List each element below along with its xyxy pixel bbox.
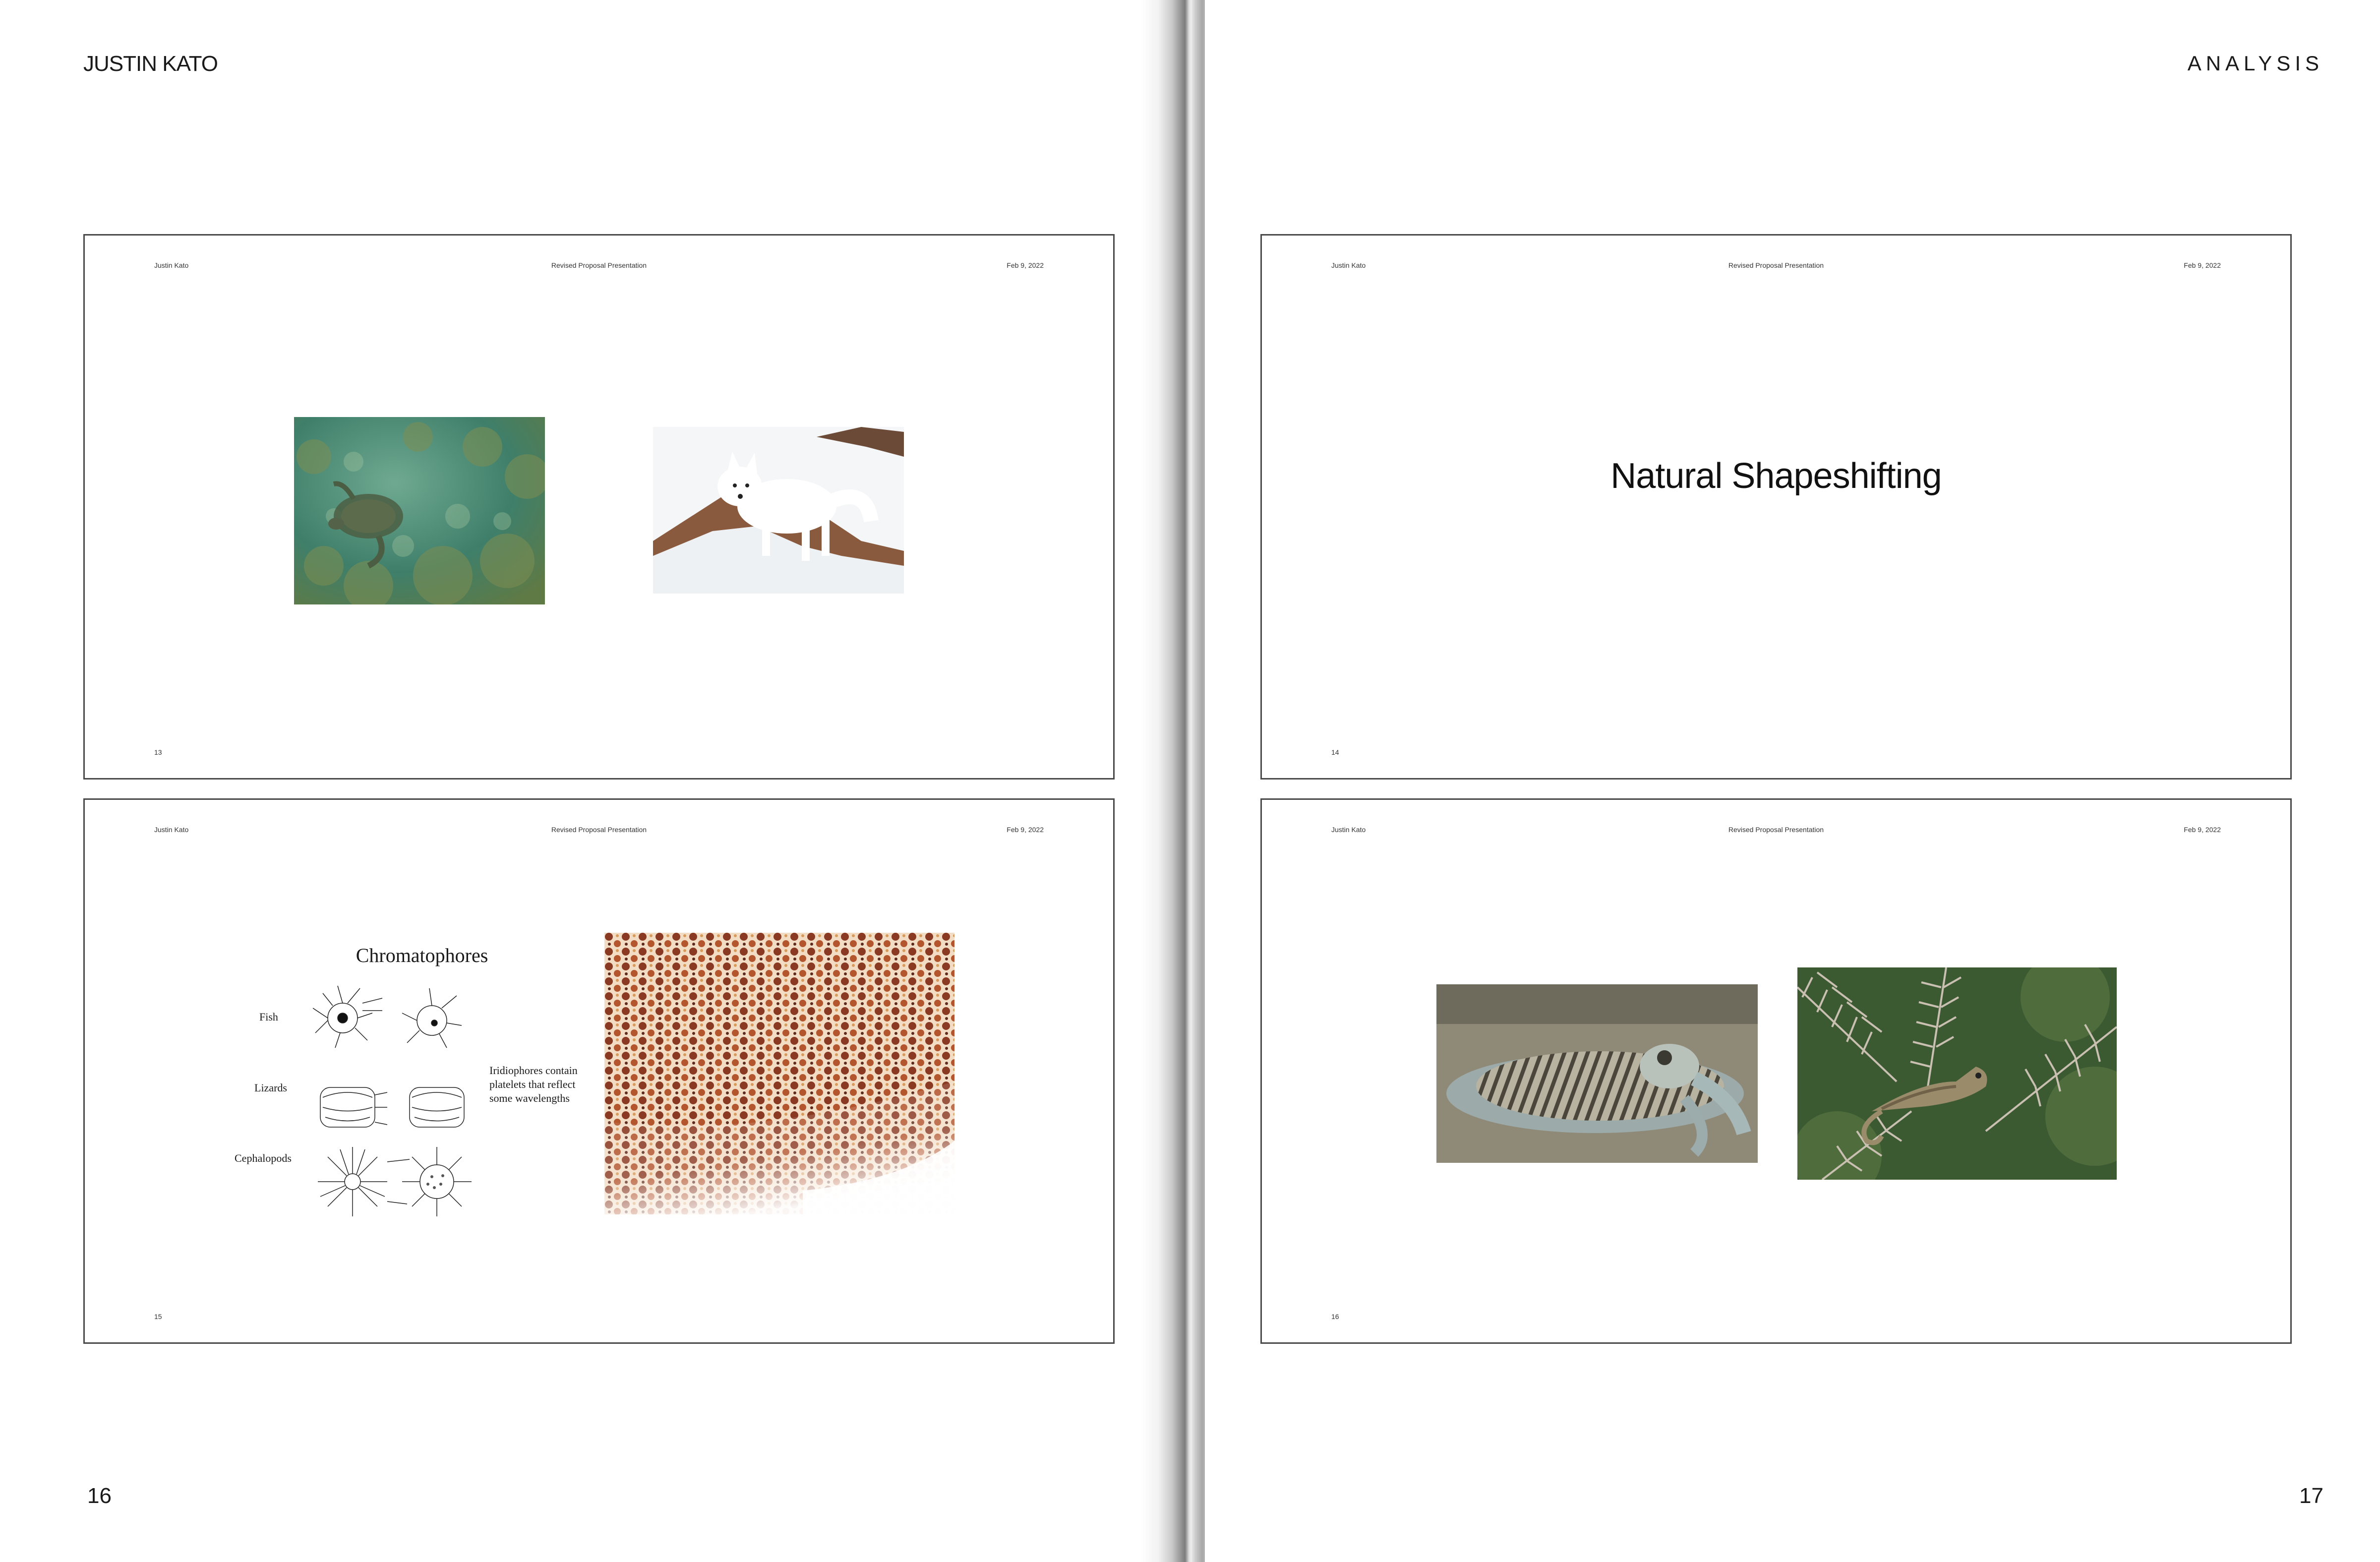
left-running-head: JUSTIN KATO bbox=[83, 52, 218, 76]
diagram-note: Iridiophores contain platelets that refl… bbox=[489, 1064, 578, 1104]
slide-15: Justin Kato Revised Proposal Presentatio… bbox=[83, 798, 1115, 1344]
slide-heading: Natural Shapeshifting bbox=[1610, 456, 1942, 496]
slide-title: Revised Proposal Presentation bbox=[551, 261, 647, 269]
right-page-number: 17 bbox=[2299, 1484, 2323, 1508]
slide-title: Revised Proposal Presentation bbox=[1728, 826, 1824, 834]
slide-14: Justin Kato Revised Proposal Presentatio… bbox=[1260, 234, 2292, 780]
slide-title: Revised Proposal Presentation bbox=[1728, 261, 1824, 269]
chromatophore-illustrations bbox=[313, 985, 472, 1216]
arctic-fox-photo bbox=[653, 427, 904, 594]
diagram-row-label: Cephalopods bbox=[235, 1152, 292, 1164]
left-page: JUSTIN KATO Justin Kato Revised Proposal… bbox=[0, 0, 1175, 1562]
right-page: ANALYSIS Justin Kato Revised Proposal Pr… bbox=[1205, 0, 2380, 1562]
slide-16: Justin Kato Revised Proposal Presentatio… bbox=[1260, 798, 2292, 1344]
slide-number: 16 bbox=[1331, 1313, 1339, 1321]
slide-number: 13 bbox=[154, 748, 162, 756]
diagram-row-label: Fish bbox=[259, 1011, 278, 1023]
diagram-title: Chromatophores bbox=[356, 944, 488, 966]
slide-date: Feb 9, 2022 bbox=[1007, 261, 1044, 269]
slide-date: Feb 9, 2022 bbox=[2184, 826, 2221, 834]
slide-date: Feb 9, 2022 bbox=[1007, 826, 1044, 834]
slide-number: 14 bbox=[1331, 748, 1339, 756]
sea-turtle-photo bbox=[294, 417, 545, 604]
right-running-head: ANALYSIS bbox=[2187, 52, 2323, 75]
slide-13: Justin Kato Revised Proposal Presentatio… bbox=[83, 234, 1115, 780]
cuttlefish-photo bbox=[1436, 984, 1758, 1163]
slide-number: 15 bbox=[154, 1313, 162, 1321]
left-page-number: 16 bbox=[87, 1484, 112, 1508]
diagram-row-label: Lizards bbox=[254, 1081, 287, 1094]
chameleon-photo bbox=[1797, 967, 2117, 1180]
chromatophore-diagram: Chromatophores Fish Lizards Cephalopods … bbox=[235, 944, 595, 1221]
chromatophore-skin-photo bbox=[604, 933, 954, 1214]
slide-title: Revised Proposal Presentation bbox=[551, 826, 647, 834]
slide-date: Feb 9, 2022 bbox=[2184, 261, 2221, 269]
